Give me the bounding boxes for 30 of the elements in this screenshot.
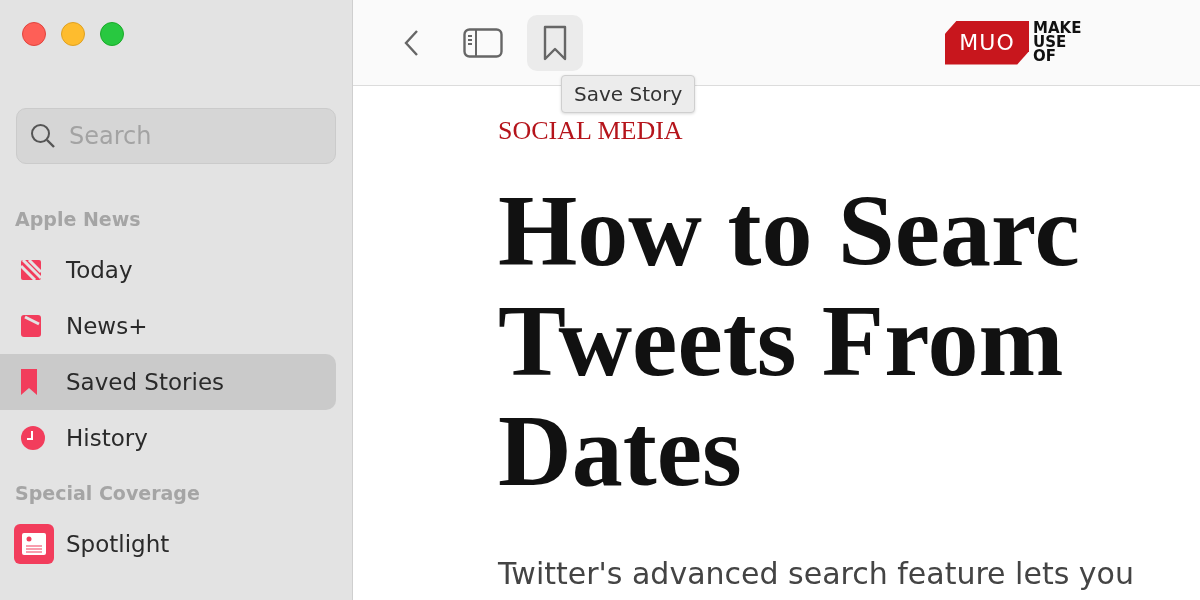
bookmark-icon (20, 368, 38, 396)
section-header: Special Coverage (15, 482, 201, 504)
tilted-card-icon (20, 314, 42, 338)
category-label: SOCIAL MEDIA (498, 116, 684, 146)
search-icon (30, 123, 56, 149)
window-control-button[interactable] (61, 22, 85, 46)
window-control-button[interactable] (100, 22, 124, 46)
sidebar-item[interactable]: News+ (0, 298, 336, 354)
logo-text: OF (1033, 48, 1056, 63)
bookmark-button[interactable] (527, 14, 583, 71)
sidebar-item[interactable]: Today (0, 242, 336, 298)
article-title: Tweets From (498, 286, 1065, 396)
striped-square-icon (20, 259, 42, 281)
sidebar-item[interactable]: Spotlight (0, 516, 336, 572)
article-title: How to Searc (498, 176, 1081, 286)
article-body: Twitter's advanced search feature lets you (498, 556, 1135, 591)
article-title: Dates (498, 396, 743, 506)
logo-text: USE (1033, 34, 1067, 49)
clock-icon (20, 425, 46, 451)
logo-text: MAKE (1033, 20, 1082, 35)
sidebar-item[interactable]: History (0, 410, 336, 466)
sidebar-item[interactable]: Saved Stories (0, 354, 336, 410)
bookmark-outline-icon (543, 24, 567, 61)
newspaper-icon (14, 524, 54, 564)
logo-badge: MUO (945, 20, 1029, 65)
tooltip: Save Story (561, 75, 696, 113)
window-control-button[interactable] (22, 22, 46, 46)
chevron-left-icon (403, 28, 419, 57)
sidebar-icon (463, 27, 503, 58)
section-header: Apple News (15, 208, 142, 230)
